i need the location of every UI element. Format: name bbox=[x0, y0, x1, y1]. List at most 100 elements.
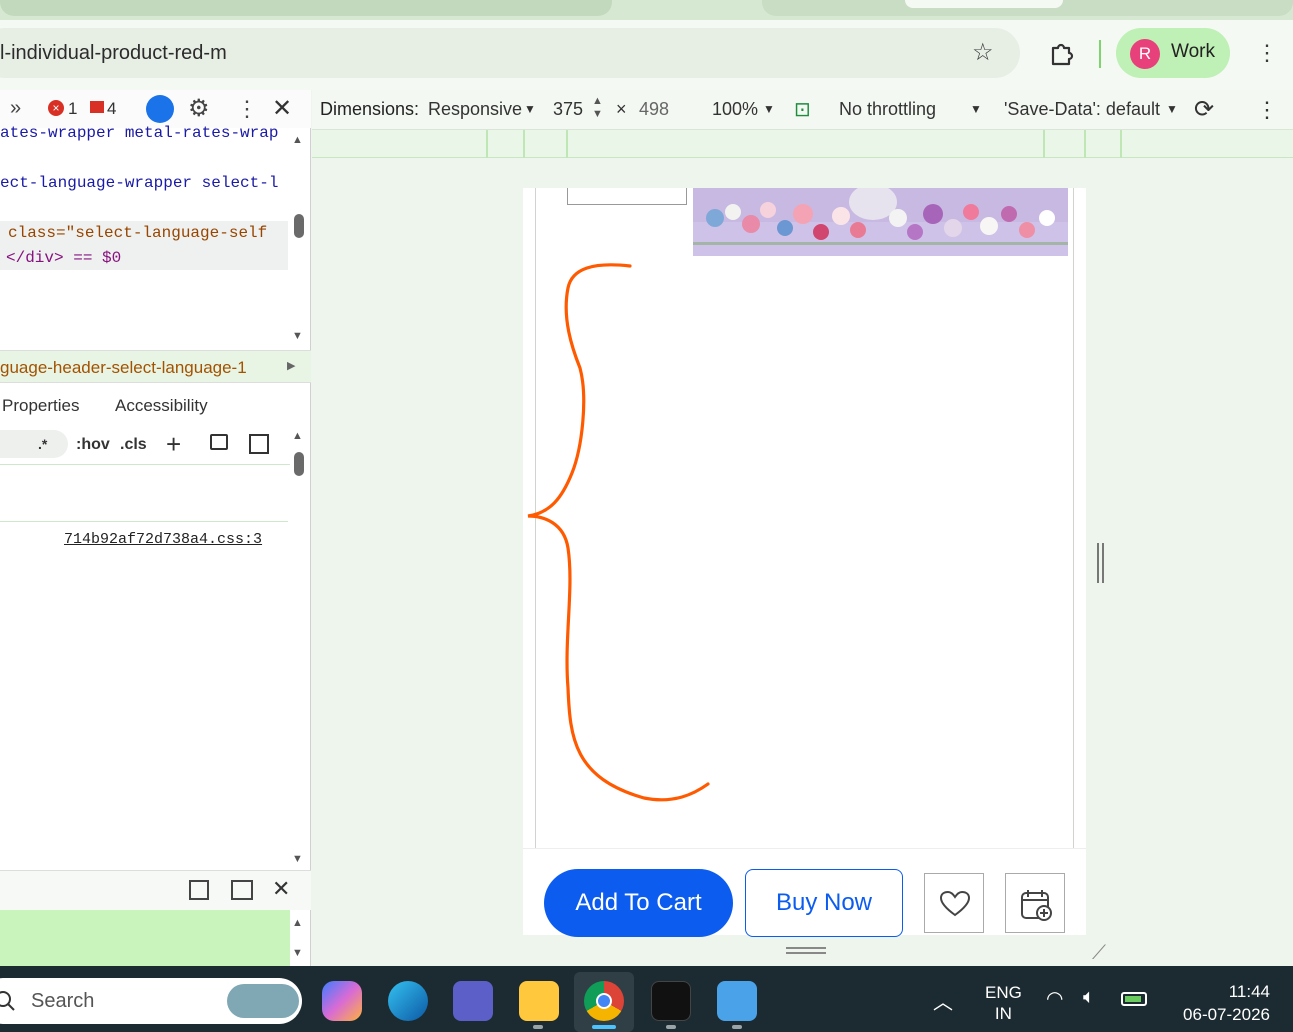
profile-name: Work bbox=[1171, 41, 1215, 62]
copilot-icon[interactable] bbox=[322, 981, 362, 1021]
code-line[interactable]: ates-wrapper metal-rates-wrap bbox=[0, 124, 278, 142]
device-dropdown-icon[interactable]: ▼ bbox=[524, 102, 536, 116]
scroll-thumb[interactable] bbox=[294, 452, 304, 476]
scroll-down-icon[interactable]: ▼ bbox=[292, 330, 303, 342]
styles-filter-bar: .* :hov .cls + bbox=[0, 425, 290, 465]
zoom-dropdown-icon[interactable]: ▼ bbox=[763, 102, 775, 116]
scroll-up-icon[interactable]: ▲ bbox=[292, 430, 303, 442]
taskbar-search[interactable]: Search bbox=[0, 978, 302, 1024]
filter-input[interactable]: .* bbox=[0, 430, 68, 458]
thumbnail-box[interactable] bbox=[567, 188, 687, 205]
media-query-bar[interactable] bbox=[312, 130, 1293, 158]
taskbar-indicator bbox=[533, 1025, 543, 1029]
new-tab-area bbox=[905, 0, 1063, 8]
browser-tab[interactable] bbox=[0, 0, 612, 16]
extensions-puzzle-icon[interactable] bbox=[1047, 39, 1077, 69]
close-drawer-icon[interactable]: ✕ bbox=[272, 876, 290, 902]
height-input[interactable]: 498 bbox=[639, 99, 669, 120]
notepad-icon[interactable] bbox=[717, 981, 757, 1021]
system-clock[interactable]: 11:44 06-07-2026 bbox=[1170, 980, 1270, 1026]
volume-icon[interactable]: 🔈︎ bbox=[1083, 986, 1095, 1009]
styles-scrollbar[interactable]: ▲ bbox=[290, 430, 308, 476]
product-image[interactable] bbox=[693, 188, 1068, 256]
windows-taskbar: Search ︿ ENG IN ◠ 🔈︎ 11:44 06-07-2026 bbox=[0, 966, 1293, 1032]
settings-gear-icon[interactable]: ⚙ bbox=[188, 94, 210, 123]
edge-browser-icon[interactable] bbox=[388, 981, 428, 1021]
app-cube-icon[interactable] bbox=[651, 981, 691, 1021]
devtools-panel: » × 1 4 ⚙ ⋮ ✕ ates-wrapper metal-rates-w… bbox=[0, 90, 311, 966]
ruler-mark bbox=[1043, 130, 1045, 158]
brace-annotation-drawing bbox=[527, 263, 710, 802]
hover-state-button[interactable]: :hov bbox=[76, 436, 110, 454]
warning-count: 4 bbox=[107, 99, 117, 118]
elements-tree: ates-wrapper metal-rates-wrap ect-langua… bbox=[0, 124, 290, 338]
warning-icon[interactable] bbox=[90, 101, 104, 113]
input-language[interactable]: ENG IN bbox=[985, 982, 1022, 1024]
bookmark-star-icon[interactable]: ☆ bbox=[972, 41, 994, 65]
chrome-icon[interactable] bbox=[584, 981, 624, 1021]
close-devtools-icon[interactable]: ✕ bbox=[272, 94, 292, 123]
ruler-mark bbox=[1084, 130, 1086, 158]
throttling-dropdown-icon[interactable]: ▼ bbox=[970, 102, 982, 116]
paint-brush-icon[interactable] bbox=[210, 434, 228, 450]
save-data-dropdown-icon[interactable]: ▼ bbox=[1166, 102, 1178, 116]
profile-chip[interactable]: R Work bbox=[1116, 28, 1230, 78]
breadcrumb: guage-header-select-language-1 ▶ bbox=[0, 350, 311, 383]
battery-icon[interactable] bbox=[1121, 992, 1147, 1006]
more-tabs-icon[interactable]: » bbox=[10, 97, 21, 120]
file-explorer-icon[interactable] bbox=[519, 981, 559, 1021]
tab-properties[interactable]: Properties bbox=[2, 396, 79, 416]
scroll-up-icon[interactable]: ▲ bbox=[292, 134, 303, 146]
browser-menu-icon[interactable]: ⋮ bbox=[1256, 41, 1278, 65]
error-icon[interactable]: × bbox=[48, 100, 64, 116]
devtools-toolbar: » × 1 4 ⚙ ⋮ ✕ bbox=[0, 90, 311, 128]
address-bar[interactable]: l-individual-product-red-m bbox=[0, 28, 1020, 78]
device-select[interactable]: Responsive bbox=[428, 99, 522, 120]
bottom-resize-handle[interactable] bbox=[786, 947, 826, 955]
regex-toggle[interactable]: .* bbox=[38, 436, 47, 452]
buy-now-button[interactable]: Buy Now bbox=[745, 869, 903, 937]
code-line[interactable]: class="select-language-self bbox=[8, 224, 267, 242]
new-rule-plus-icon[interactable]: + bbox=[166, 429, 181, 460]
css-source-link[interactable]: 714b92af72d738a4.css:3 bbox=[64, 531, 262, 548]
schedule-button[interactable] bbox=[1005, 873, 1065, 933]
ai-assistant-icon[interactable] bbox=[146, 95, 174, 123]
search-icon bbox=[0, 991, 15, 1011]
ruler-mark bbox=[486, 130, 488, 158]
scroll-up-icon[interactable]: ▲ bbox=[292, 917, 303, 929]
dock-side-icon[interactable] bbox=[189, 880, 209, 900]
width-stepper-icon[interactable]: ▲ ▼ bbox=[592, 95, 603, 121]
device-toolbar-menu-icon[interactable]: ⋮ bbox=[1256, 97, 1278, 123]
console-input[interactable] bbox=[0, 910, 290, 966]
scroll-down-icon[interactable]: ▼ bbox=[292, 947, 303, 959]
product-card bbox=[527, 188, 1074, 848]
width-input[interactable]: 375 bbox=[553, 99, 583, 120]
devtools-menu-icon[interactable]: ⋮ bbox=[236, 96, 258, 122]
code-line[interactable]: </div> == $0 bbox=[6, 249, 121, 267]
drawer-toggle-icon[interactable] bbox=[231, 880, 253, 900]
toggle-sidebar-icon[interactable] bbox=[249, 434, 269, 454]
scroll-down-icon[interactable]: ▼ bbox=[292, 853, 303, 865]
show-hidden-icons-icon[interactable]: ︿ bbox=[933, 986, 953, 1015]
error-count: 1 bbox=[68, 99, 78, 118]
ruler-mark bbox=[566, 130, 568, 158]
browser-toolbar: l-individual-product-red-m ☆ R Work ⋮ bbox=[0, 20, 1293, 90]
code-line[interactable]: ect-language-wrapper select-l bbox=[0, 174, 278, 192]
class-button[interactable]: .cls bbox=[120, 436, 147, 454]
rotate-icon[interactable]: ⟳ bbox=[1194, 95, 1214, 124]
zoom-select[interactable]: 100% bbox=[712, 99, 758, 120]
right-resize-handle[interactable] bbox=[1097, 543, 1105, 583]
breadcrumb-next-icon[interactable]: ▶ bbox=[287, 359, 295, 372]
tab-accessibility[interactable]: Accessibility bbox=[115, 396, 208, 416]
elements-scrollbar[interactable]: ▲ ▼ bbox=[290, 134, 308, 344]
wifi-icon[interactable]: ◠ bbox=[1046, 986, 1063, 1011]
corner-resize-icon[interactable]: ⟋ bbox=[1092, 942, 1106, 965]
wishlist-button[interactable] bbox=[924, 873, 984, 933]
scroll-thumb[interactable] bbox=[294, 214, 304, 238]
throttling-select[interactable]: No throttling bbox=[839, 99, 936, 120]
teams-icon[interactable] bbox=[453, 981, 493, 1021]
capture-screenshot-icon[interactable]: ⊡ bbox=[794, 97, 811, 122]
add-to-cart-button[interactable]: Add To Cart bbox=[544, 869, 733, 937]
save-data-select[interactable]: 'Save-Data': default bbox=[1004, 99, 1160, 120]
breadcrumb-item[interactable]: guage-header-select-language-1 bbox=[0, 358, 247, 378]
